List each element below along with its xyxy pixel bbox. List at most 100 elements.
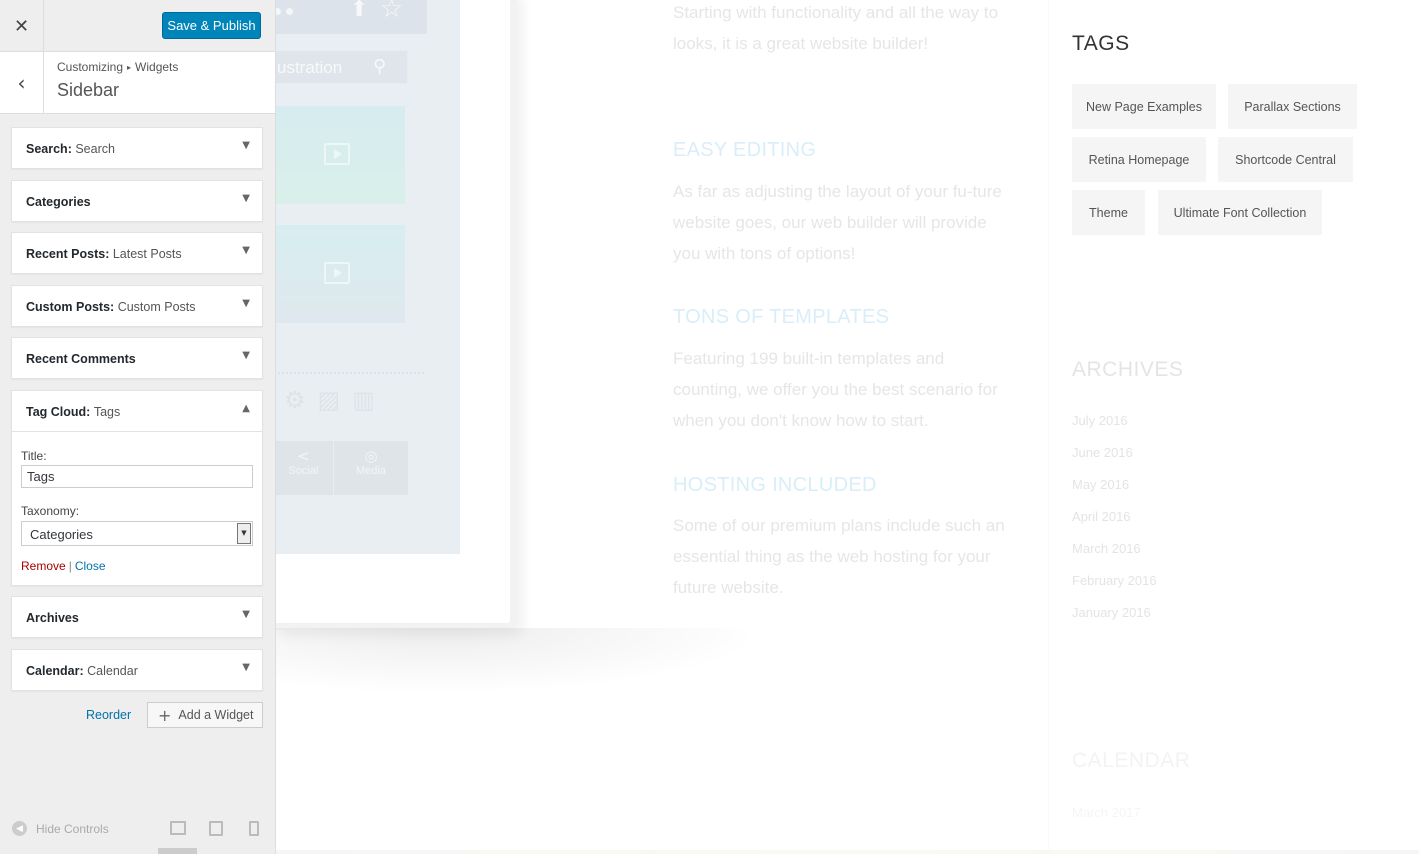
tag-link[interactable]: Retina Homepage: [1072, 137, 1206, 182]
tags-widget-title: TAGS: [1072, 32, 1130, 55]
feature-text: Some of our premium plans include such a…: [673, 516, 1005, 597]
tag-link[interactable]: Shortcode Central: [1218, 137, 1353, 182]
widget-custom-posts[interactable]: Custom Posts: Custom Posts ▼: [11, 284, 263, 327]
widget-actions: Remove | Close: [21, 559, 106, 573]
mockup-search-bar: ustration ⚲: [276, 50, 408, 84]
device-screen: ⬆ ☆ ustration ⚲ ⚙▨▥ < Social ◎ Media: [276, 0, 460, 554]
archives-widget-title: ARCHIVES: [1072, 358, 1184, 381]
footer-strip: [276, 850, 1419, 854]
feature-text: Featuring 199 built-in templates and cou…: [673, 349, 998, 430]
widget-search[interactable]: Search: Search ▼: [11, 127, 263, 169]
save-publish-button[interactable]: Save & Publish: [162, 12, 261, 39]
feature-heading: TONS OF TEMPLATES: [673, 306, 890, 328]
search-icon: ⚲: [373, 56, 387, 77]
tag-link[interactable]: Parallax Sections: [1228, 84, 1357, 129]
mockup-tab-social: < Social: [276, 441, 333, 495]
chevron-left-icon: ‹: [17, 71, 26, 95]
device-shadow: [276, 628, 746, 690]
mockup-search-text: ustration: [277, 58, 343, 77]
expand-arrow-icon[interactable]: ▼: [242, 609, 250, 620]
close-customizer-button[interactable]: ✕: [0, 0, 44, 52]
close-link[interactable]: Close: [75, 559, 106, 573]
mobile-icon[interactable]: [249, 821, 259, 836]
plus-icon: +: [158, 705, 172, 725]
widget-title: Calendar: Calendar: [26, 664, 138, 678]
divider: [276, 372, 424, 374]
reorder-link[interactable]: Reorder: [86, 708, 131, 722]
add-widget-label: Add a Widget: [178, 708, 254, 722]
settings-cube-chart-icons: ⚙▨▥: [284, 386, 387, 414]
mockup-top-bar: ⬆ ☆: [276, 0, 427, 34]
breadcrumb-current: Widgets: [135, 60, 179, 74]
scrollbar[interactable]: [158, 848, 197, 854]
widget-name: Custom Posts:: [26, 299, 115, 314]
widget-archives[interactable]: Archives ▼: [11, 596, 263, 638]
archive-link[interactable]: April 2016: [1072, 509, 1131, 524]
title-input[interactable]: Tags: [21, 464, 253, 488]
tag-link[interactable]: New Page Examples: [1072, 84, 1216, 129]
expand-arrow-icon[interactable]: ▼: [242, 350, 250, 361]
back-button[interactable]: ‹: [0, 52, 44, 114]
widget-tag-cloud[interactable]: Tag Cloud: Tags ▲ Title: Tags Taxonomy: …: [11, 389, 263, 586]
play-icon: [324, 262, 350, 284]
device-mockup-image: ⬆ ☆ ustration ⚲ ⚙▨▥ < Social ◎ Media: [276, 0, 517, 630]
widget-title: Search: Search: [26, 142, 115, 156]
widget-name: Search:: [26, 142, 72, 156]
mockup-video-tile: [276, 225, 405, 323]
collapse-left-icon: ◀: [12, 821, 27, 836]
upload-icon: ⬆: [350, 0, 369, 22]
widget-title: Recent Comments: [26, 352, 136, 366]
archive-link[interactable]: January 2016: [1072, 605, 1151, 620]
widget-list: Search: Search ▼ Categories ▼ Recent Pos…: [11, 127, 263, 701]
breadcrumb-root: Customizing: [57, 60, 124, 74]
hide-controls-button[interactable]: ◀ Hide Controls: [12, 821, 109, 836]
customizer-header: ✕ Save & Publish: [0, 0, 275, 52]
tag-link[interactable]: Ultimate Font Collection: [1158, 190, 1322, 235]
close-icon: ✕: [13, 15, 30, 37]
calendar-month: March 2017: [1072, 805, 1141, 820]
title-label: Title:: [21, 448, 47, 463]
target-icon: ◎: [364, 447, 378, 465]
widget-calendar[interactable]: Calendar: Calendar ▼: [11, 648, 263, 691]
mockup-tab-media: ◎ Media: [334, 441, 408, 495]
widget-name: Recent Posts:: [26, 247, 110, 261]
taxonomy-selected-value: Categories: [30, 526, 93, 542]
tablet-icon[interactable]: [209, 821, 223, 836]
expand-arrow-icon[interactable]: ▼: [242, 140, 250, 151]
widget-recent-posts[interactable]: Recent Posts: Latest Posts ▼: [11, 232, 263, 274]
desktop-icon[interactable]: [170, 821, 186, 835]
site-sidebar: TAGS New Page Examples Parallax Sections…: [1048, 0, 1418, 854]
divider: [12, 430, 262, 432]
mockup-video-tile: [276, 106, 405, 204]
play-icon: [324, 143, 350, 165]
collapse-arrow-icon[interactable]: ▲: [242, 403, 250, 414]
feature-text: As far as adjusting the layout of your f…: [673, 182, 1002, 263]
add-widget-button[interactable]: + Add a Widget: [147, 702, 263, 728]
widget-name: Archives: [26, 611, 79, 625]
site-preview[interactable]: ⬆ ☆ ustration ⚲ ⚙▨▥ < Social ◎ Media Sta…: [276, 0, 1419, 854]
calendar-widget-title: CALENDAR: [1072, 749, 1191, 772]
tag-link[interactable]: Theme: [1072, 190, 1145, 235]
widget-name: Tag Cloud:: [26, 404, 91, 419]
archive-link[interactable]: February 2016: [1072, 573, 1157, 588]
mockup-tab-label: Social: [288, 465, 319, 477]
taxonomy-select[interactable]: Categories ▼: [21, 520, 253, 546]
widget-recent-comments[interactable]: Recent Comments ▼: [11, 337, 263, 379]
expand-arrow-icon[interactable]: ▼: [242, 193, 250, 204]
expand-arrow-icon[interactable]: ▼: [242, 662, 250, 673]
hide-controls-label: Hide Controls: [36, 821, 109, 836]
archive-link[interactable]: March 2016: [1072, 541, 1141, 556]
widget-name: Categories: [26, 194, 91, 209]
widget-categories[interactable]: Categories ▼: [11, 179, 263, 222]
expand-arrow-icon[interactable]: ▼: [242, 298, 250, 309]
archive-link[interactable]: July 2016: [1072, 413, 1128, 428]
widget-title: Categories: [26, 195, 91, 209]
remove-link[interactable]: Remove: [21, 559, 66, 573]
expand-arrow-icon[interactable]: ▼: [242, 245, 250, 256]
actions-separator: |: [68, 558, 72, 573]
feature-heading: EASY EDITING: [673, 139, 817, 161]
archive-link[interactable]: June 2016: [1072, 445, 1133, 460]
chevron-down-icon[interactable]: ▼: [237, 522, 251, 544]
widget-title: Tag Cloud: Tags: [26, 405, 120, 419]
archive-link[interactable]: May 2016: [1072, 477, 1129, 492]
